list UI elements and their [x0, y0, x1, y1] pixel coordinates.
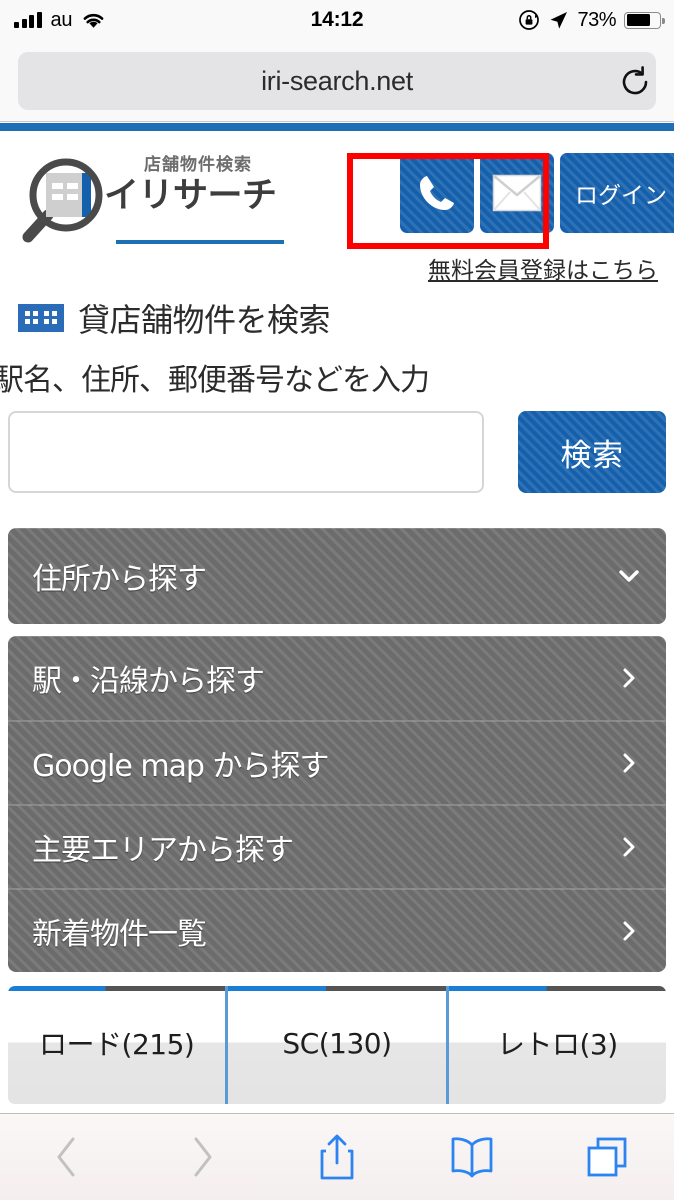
menu-item-address[interactable]: 住所から探す — [8, 528, 666, 624]
browser-window: au 14:12 73% iri-search.net 店舗物件検索 イリサーチ… — [0, 0, 674, 1200]
tab-label: ロード(215) — [39, 1028, 195, 1061]
url-input[interactable]: iri-search.net — [18, 52, 656, 110]
tabs-button[interactable] — [539, 1114, 674, 1200]
clock-label: 14:12 — [310, 8, 364, 31]
mail-button[interactable] — [480, 153, 554, 233]
tab-label: レトロ(3) — [496, 1028, 618, 1061]
category-tabs-area: ロード(215) SC(130) レトロ(3) — [0, 986, 674, 1104]
battery-percent-label: 73% — [577, 8, 616, 31]
forward-button[interactable] — [135, 1114, 270, 1200]
logo-underline — [116, 240, 284, 244]
battery-icon — [624, 11, 665, 29]
tab-retro[interactable]: レトロ(3) — [445, 986, 666, 1104]
page-accent-bar — [0, 123, 674, 131]
search-section-title: 貸店舗物件を検索 — [0, 289, 674, 341]
search-input[interactable] — [8, 411, 484, 493]
menu-item-label: Google map から探す — [32, 748, 330, 784]
chevron-down-icon — [619, 570, 639, 582]
grid-building-icon — [18, 304, 64, 332]
browse-menu-group: 住所から探す — [8, 528, 666, 624]
phone-icon — [420, 176, 454, 210]
menu-item-major-area[interactable]: 主要エリアから探す — [8, 804, 666, 888]
tab-sc[interactable]: SC(130) — [225, 986, 446, 1104]
chevron-left-icon — [57, 1137, 75, 1177]
magnifier-building-logo-icon — [22, 158, 103, 243]
search-button[interactable]: 検索 — [518, 411, 666, 493]
header-actions: ログイン — [400, 153, 674, 233]
reload-icon — [622, 65, 648, 94]
tabs-icon — [587, 1137, 626, 1177]
chevron-right-icon — [623, 753, 635, 772]
bookmarks-button[interactable] — [404, 1114, 539, 1200]
status-bar-right: 73% — [518, 0, 665, 40]
rotation-lock-icon — [519, 10, 540, 30]
logo-text-block: 店舗物件検索 イリサーチ — [104, 155, 284, 216]
menu-item-new-listings[interactable]: 新着物件一覧 — [8, 888, 666, 972]
menu-item-googlemap[interactable]: Google map から探す — [8, 720, 666, 804]
url-text: iri-search.net — [261, 65, 413, 96]
search-row: 検索 — [0, 399, 674, 493]
page-content: 店舗物件検索 イリサーチ ログイン 無料会員登録はこちら 貸店舗物件を検索 駅名… — [0, 131, 674, 1113]
browser-bottom-toolbar — [0, 1113, 674, 1200]
site-header: 店舗物件検索 イリサーチ ログイン 無料会員登録はこちら — [0, 131, 674, 289]
search-field-label: 駅名、住所、郵便番号などを入力 — [0, 363, 430, 398]
free-registration-link[interactable]: 無料会員登録はこちら — [428, 251, 658, 285]
login-button-label: ログイン — [575, 183, 667, 209]
menu-item-label: 駅・沿線から探す — [32, 664, 265, 699]
menu-item-station[interactable]: 駅・沿線から探す — [8, 636, 666, 720]
chevron-right-icon — [194, 1137, 212, 1177]
share-icon — [320, 1134, 354, 1180]
tab-road[interactable]: ロード(215) — [8, 986, 226, 1104]
book-icon — [451, 1137, 493, 1178]
chevron-right-icon — [623, 837, 635, 856]
toolbar-divider — [0, 121, 674, 122]
category-tabs: ロード(215) SC(130) レトロ(3) — [8, 986, 666, 1104]
login-button[interactable]: ログイン — [560, 153, 674, 233]
browse-menu: 住所から探す 駅・沿線から探す Google map から探す 主要エリアから探… — [0, 528, 674, 972]
back-button[interactable] — [0, 1114, 135, 1200]
phone-button[interactable] — [400, 153, 474, 233]
menu-item-label: 住所から探す — [32, 562, 207, 597]
chevron-right-icon — [623, 921, 635, 940]
site-logo[interactable]: 店舗物件検索 イリサーチ — [18, 155, 284, 247]
chevron-right-icon — [623, 668, 635, 688]
logo-subtitle: 店舗物件検索 — [144, 155, 252, 175]
tab-label: SC(130) — [282, 1026, 392, 1060]
browser-url-bar-area: iri-search.net — [0, 40, 674, 123]
mail-icon — [492, 174, 542, 212]
status-bar: au 14:12 73% — [0, 0, 674, 40]
search-section: 貸店舗物件を検索 駅名、住所、郵便番号などを入力 検索 — [0, 289, 674, 493]
browse-menu-group: 駅・沿線から探す Google map から探す 主要エリアから探す 新着物件一… — [8, 636, 666, 972]
reload-button[interactable] — [618, 65, 652, 99]
menu-item-label: 新着物件一覧 — [32, 916, 207, 952]
logo-title: イリサーチ — [104, 176, 277, 216]
location-arrow-icon — [550, 11, 568, 29]
menu-item-label: 主要エリアから探す — [32, 832, 294, 868]
share-button[interactable] — [270, 1114, 405, 1200]
search-section-title-text: 貸店舗物件を検索 — [78, 301, 331, 339]
